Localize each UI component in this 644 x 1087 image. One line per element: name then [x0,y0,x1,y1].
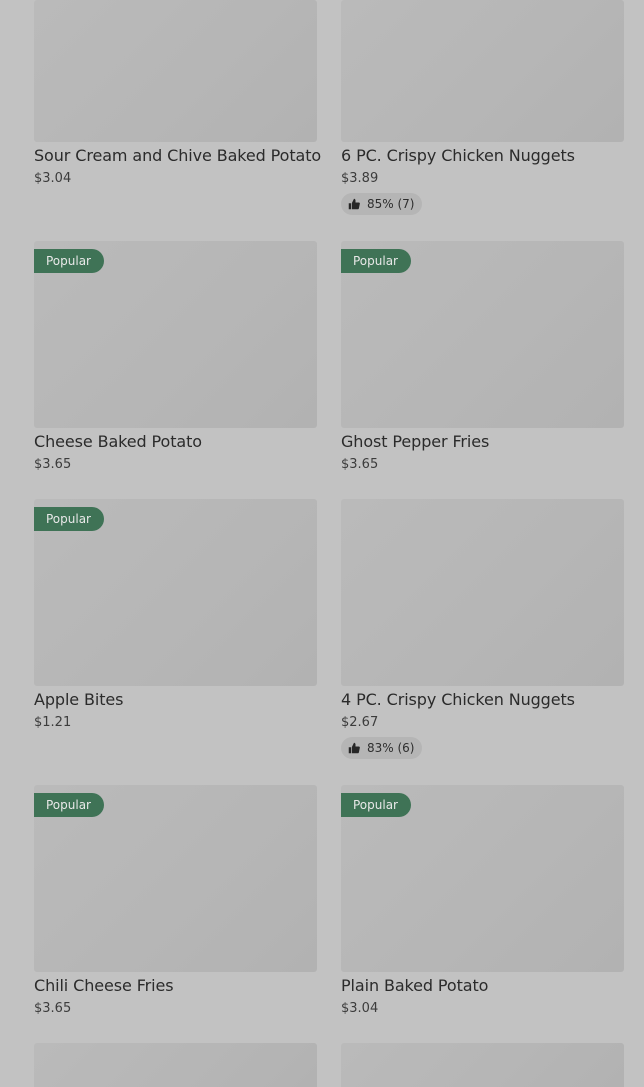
item-image[interactable] [34,1043,317,1087]
item-name: 4 PC. Crispy Chicken Nuggets [341,690,575,709]
item-price: $3.65 [341,457,379,472]
thumbs-up-icon [348,742,360,754]
popular-badge: Popular [341,249,411,273]
item-price: $3.04 [341,1001,379,1016]
item-price: $2.67 [341,715,379,730]
item-image[interactable] [341,1043,624,1087]
item-name: 6 PC. Crispy Chicken Nuggets [341,146,575,165]
item-image[interactable] [341,0,624,142]
item-name: Sour Cream and Chive Baked Potato [34,146,322,165]
popular-badge: Popular [34,249,104,273]
rating-badge: 83% (6) [341,737,423,759]
rating-badge: 85% (7) [341,193,423,215]
menu-item-grid: Sour Cream and Chive Baked Potato $3.04 … [0,0,644,1087]
item-price: $3.89 [341,171,379,186]
item-image[interactable] [34,0,317,142]
rating-text: 83% (6) [367,741,415,755]
rating-text: 85% (7) [367,197,415,211]
item-name: Ghost Pepper Fries [341,432,490,451]
popular-badge: Popular [34,507,104,531]
thumbs-up-icon [348,198,360,210]
item-name: Chili Cheese Fries [34,976,174,995]
item-name: Plain Baked Potato [341,976,489,995]
item-image[interactable] [341,499,624,686]
item-price: $3.65 [34,1001,72,1016]
popular-badge: Popular [34,793,104,817]
item-name: Apple Bites [34,690,124,709]
item-price: $3.65 [34,457,72,472]
item-price: $1.21 [34,715,72,730]
item-price: $3.04 [34,171,72,186]
popular-badge: Popular [341,793,411,817]
item-name: Cheese Baked Potato [34,432,202,451]
